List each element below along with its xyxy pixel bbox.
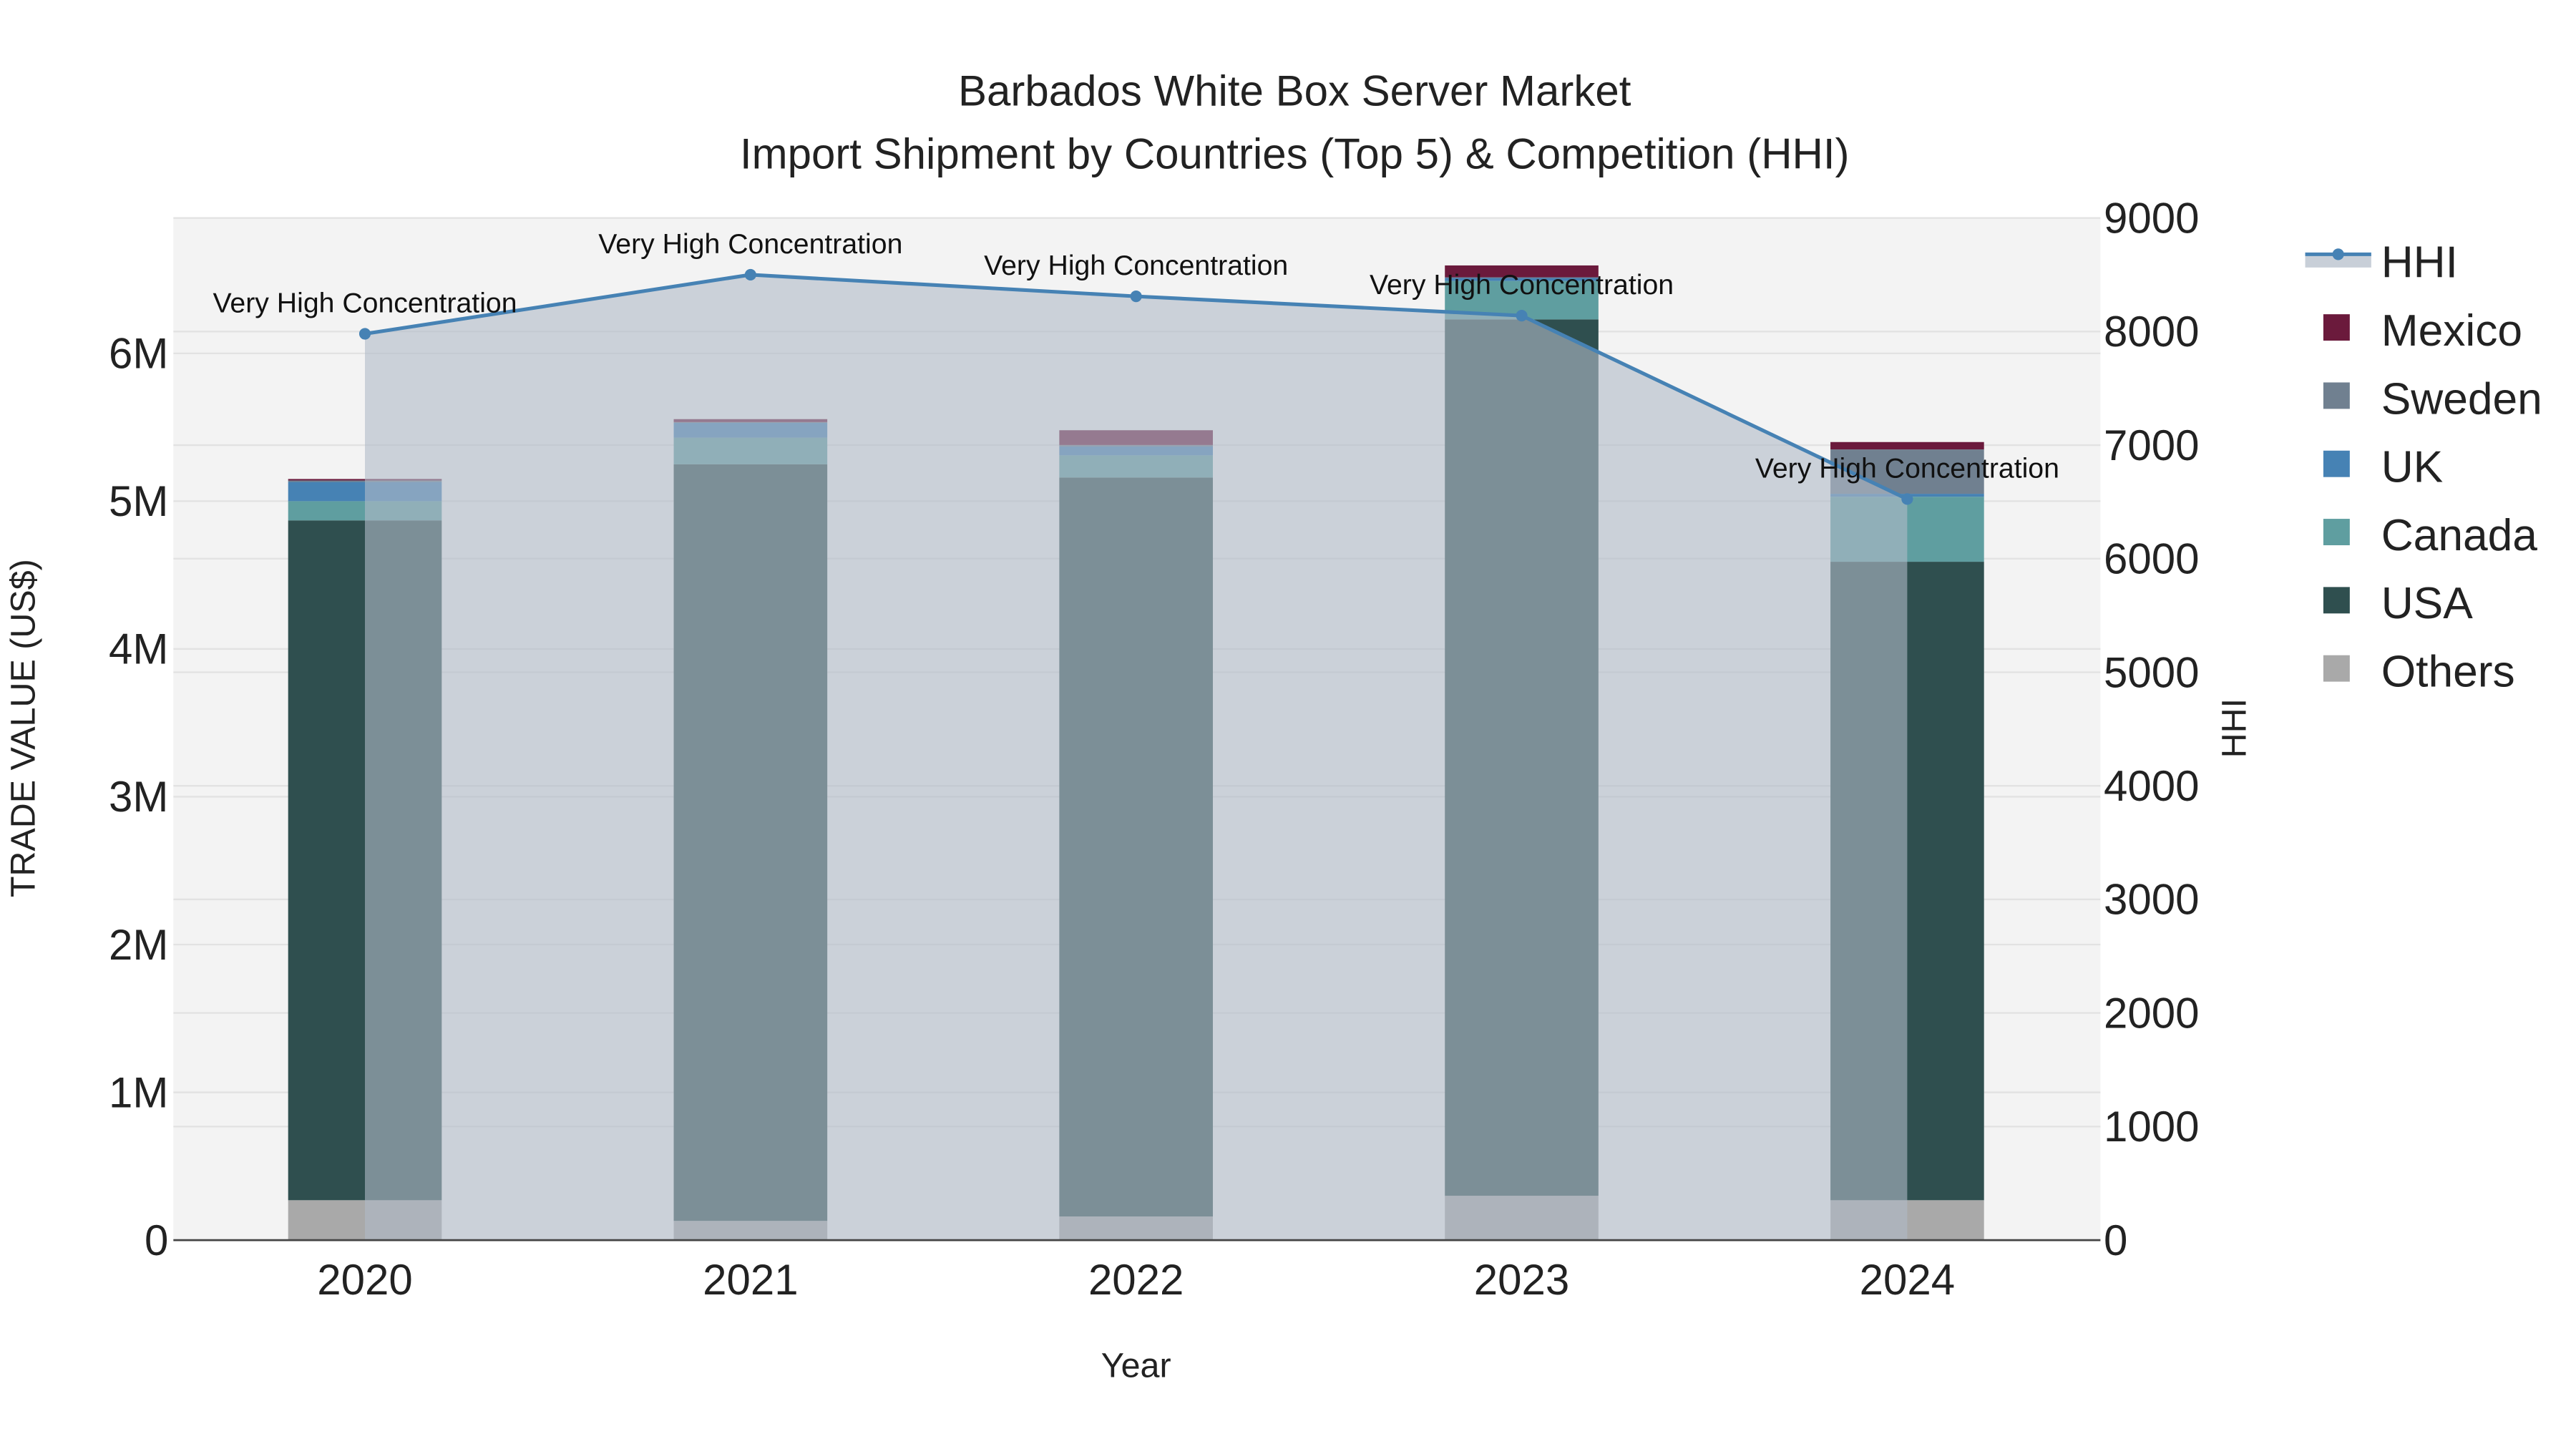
y2-tick-label: 7000 <box>2104 421 2199 469</box>
hhi-point-2024[interactable] <box>1901 493 1913 505</box>
legend-marker <box>2332 248 2344 260</box>
hhi-annotation: Very High Concentration <box>1755 452 2059 484</box>
legend-label: USA <box>2381 579 2474 628</box>
y2-tick-label: 1000 <box>2104 1103 2199 1151</box>
x-tick-label: 2021 <box>703 1256 798 1304</box>
hhi-point-2020[interactable] <box>358 328 371 340</box>
y2-tick-label: 2000 <box>2104 989 2199 1037</box>
legend-swatch <box>2323 450 2350 477</box>
y2-tick-label: 3000 <box>2104 876 2199 924</box>
y-tick-label: 0 <box>145 1216 168 1264</box>
legend-item-uk[interactable]: UK <box>2323 443 2443 492</box>
y2-tick-label: 5000 <box>2104 648 2199 696</box>
hhi-annotation: Very High Concentration <box>1370 269 1674 301</box>
y-tick-label: 3M <box>109 773 168 821</box>
hhi-annotation: Very High Concentration <box>598 228 902 260</box>
x-tick-label: 2024 <box>1860 1256 1955 1304</box>
legend-label: Others <box>2381 648 2515 697</box>
y-axis-title: TRADE VALUE (US$) <box>4 559 42 897</box>
hhi-point-2023[interactable] <box>1516 310 1528 322</box>
legend-item-canada[interactable]: Canada <box>2323 511 2537 560</box>
x-axis-title: Year <box>1101 1347 1171 1385</box>
legend-item-mexico[interactable]: Mexico <box>2323 306 2522 356</box>
x-tick-label: 2022 <box>1088 1256 1184 1304</box>
legend-item-others[interactable]: Others <box>2323 648 2515 697</box>
legend-swatch <box>2323 587 2350 614</box>
legend-label: HHI <box>2381 238 2458 288</box>
x-tick-label: 2020 <box>317 1256 412 1304</box>
legend-label: Mexico <box>2381 306 2522 356</box>
legend-swatch <box>2323 655 2350 682</box>
chart: Barbados White Box Server Market Import … <box>4 67 2542 1385</box>
legend-swatch <box>2323 382 2350 409</box>
y2-tick-label: 6000 <box>2104 535 2199 583</box>
legend-swatch <box>2323 314 2350 341</box>
y-tick-label: 1M <box>109 1068 168 1116</box>
chart-title-line2: Import Shipment by Countries (Top 5) & C… <box>740 130 1850 177</box>
legend-item-hhi[interactable]: HHI <box>2305 238 2458 288</box>
legend-label: Sweden <box>2381 374 2542 424</box>
y2-tick-label: 9000 <box>2104 194 2199 242</box>
hhi-point-2021[interactable] <box>744 268 756 281</box>
hhi-annotation: Very High Concentration <box>213 288 517 319</box>
chart-title-line1: Barbados White Box Server Market <box>958 67 1631 115</box>
y2-tick-label: 8000 <box>2104 308 2199 356</box>
bar-mexico-2024[interactable] <box>1830 441 1984 450</box>
y-tick-label: 2M <box>109 921 168 969</box>
y-tick-label: 5M <box>109 477 168 525</box>
y2-tick-label: 0 <box>2104 1216 2127 1264</box>
legend-label: UK <box>2381 443 2444 492</box>
y2-axis-title: HHI <box>2215 698 2253 758</box>
legend-label: Canada <box>2381 511 2538 560</box>
y-tick-label: 6M <box>109 330 168 378</box>
hhi-annotation: Very High Concentration <box>984 250 1288 281</box>
legend-item-usa[interactable]: USA <box>2323 579 2473 628</box>
hhi-area <box>365 274 1908 1241</box>
legend-swatch <box>2323 519 2350 545</box>
x-tick-label: 2023 <box>1474 1256 1569 1304</box>
y-tick-label: 4M <box>109 625 168 673</box>
hhi-point-2022[interactable] <box>1130 291 1142 303</box>
legend-item-sweden[interactable]: Sweden <box>2323 374 2542 424</box>
y2-tick-label: 4000 <box>2104 762 2199 810</box>
